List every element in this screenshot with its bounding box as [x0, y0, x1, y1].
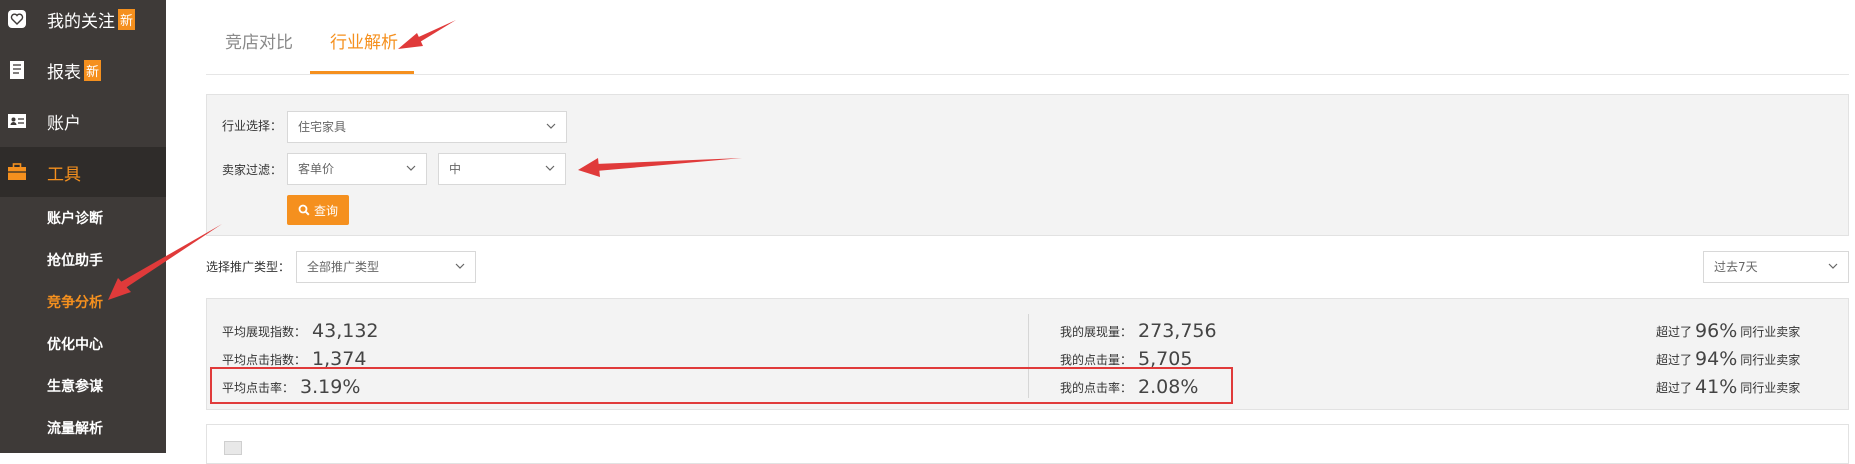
arrow-to-seller-filter [578, 158, 742, 177]
arrow-to-competition-analysis [108, 224, 222, 300]
annotation-arrows [108, 20, 742, 300]
arrow-to-industry-tab [398, 20, 456, 49]
